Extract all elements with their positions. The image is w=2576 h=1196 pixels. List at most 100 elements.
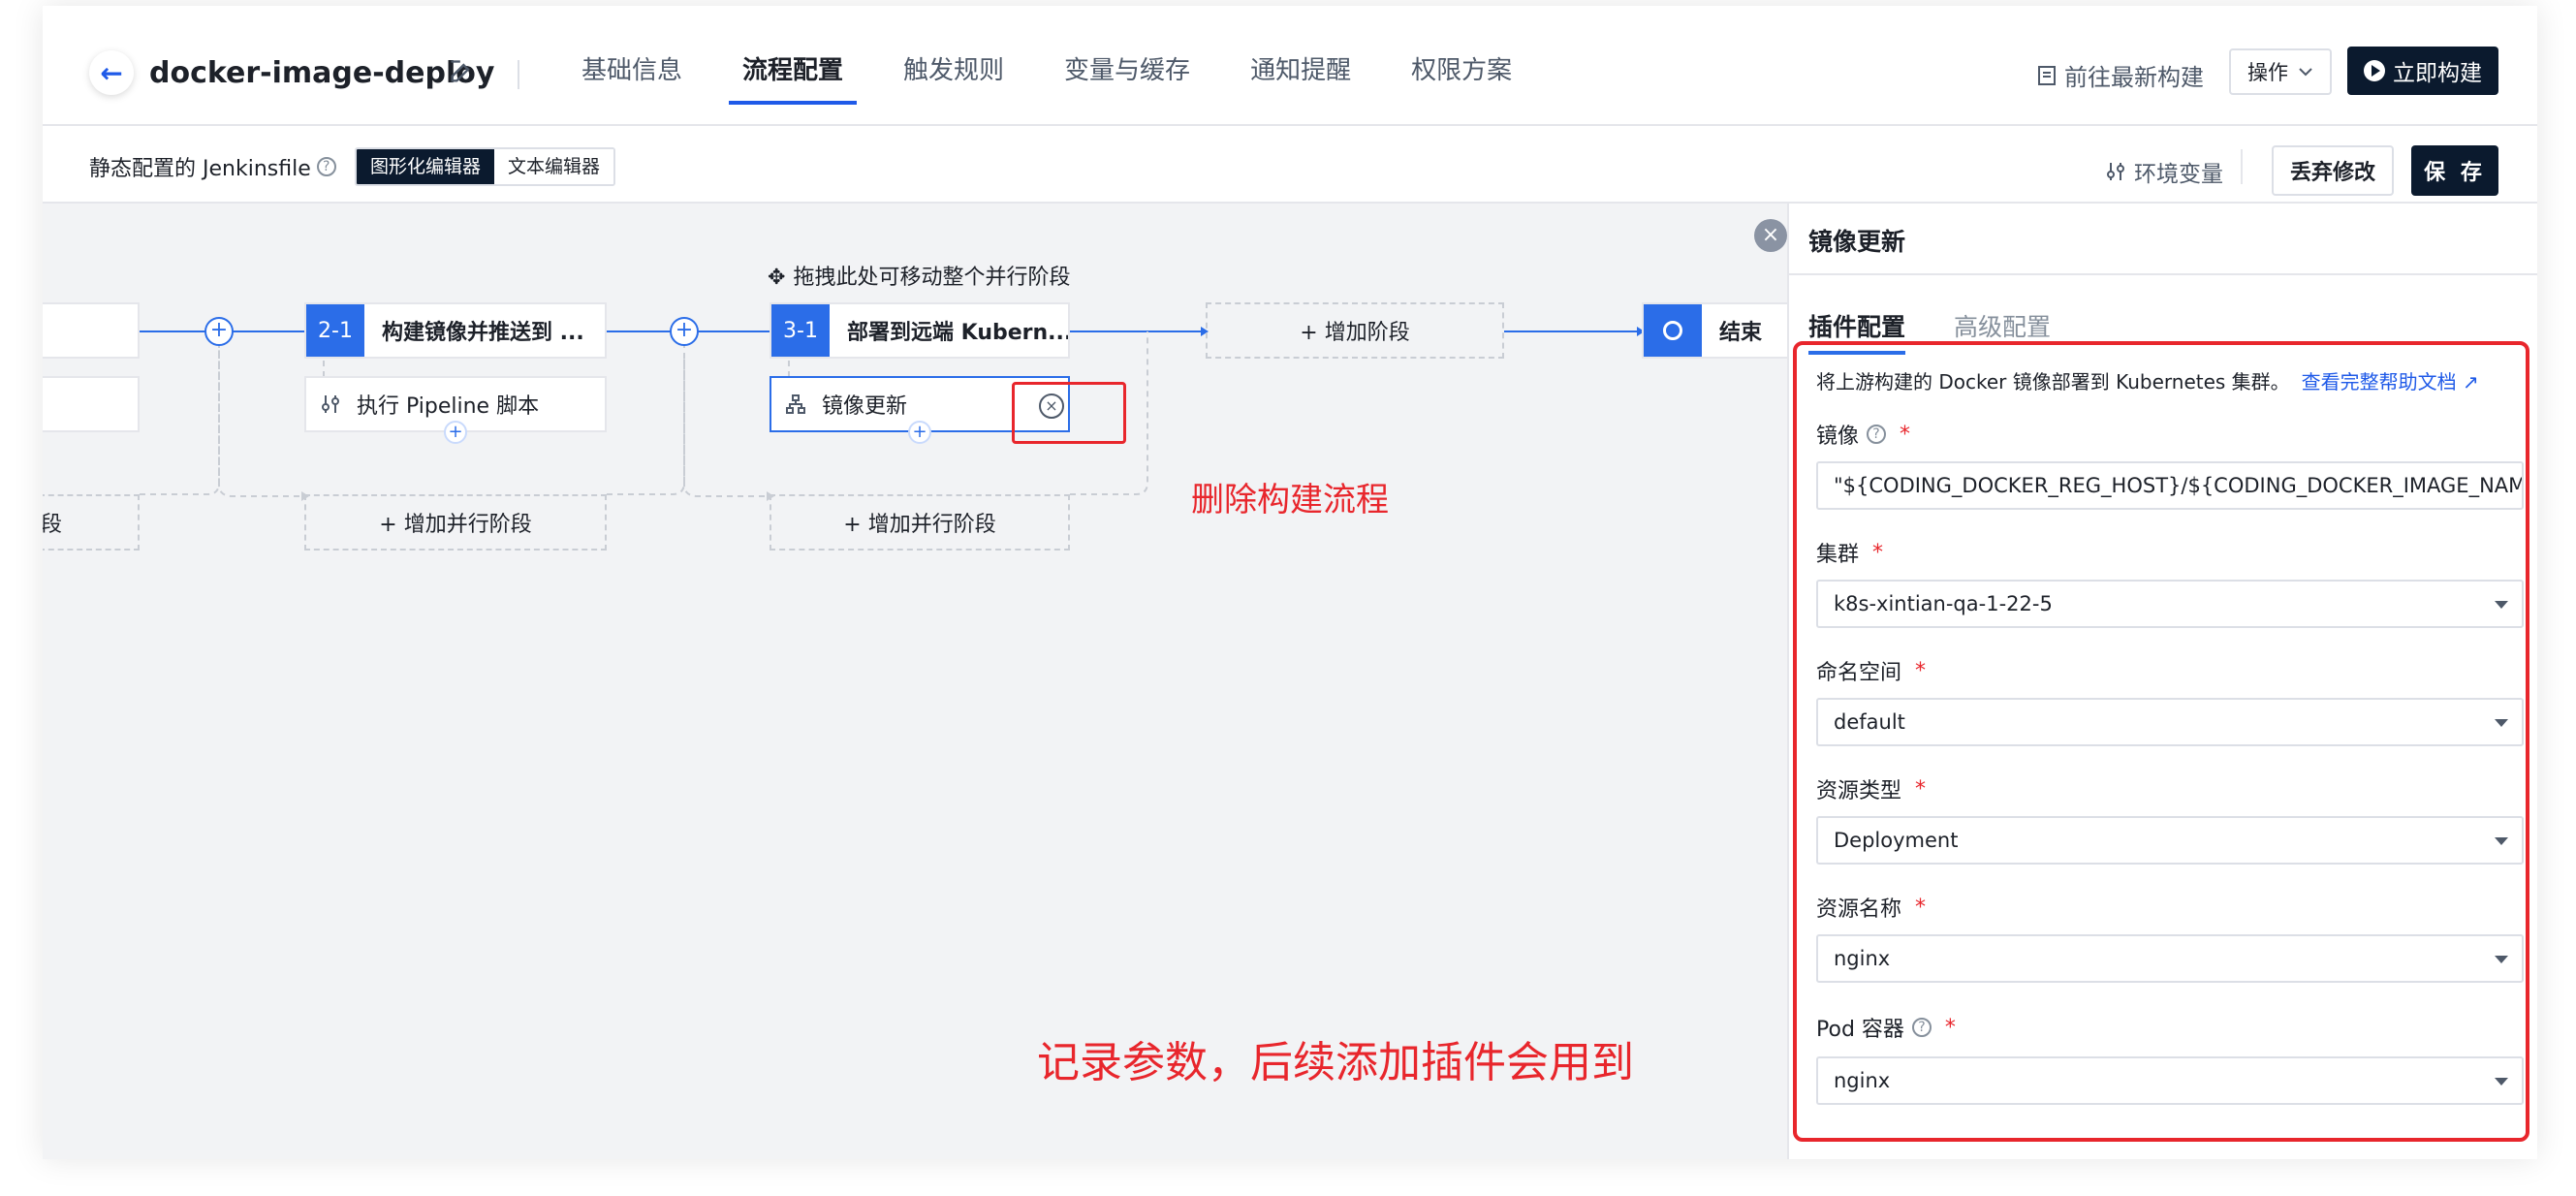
end-label: 结束 xyxy=(1719,321,1763,345)
step-run-pipeline-label: 执行 Pipeline 脚本 xyxy=(357,394,540,419)
resource-name-label: 资源名称 xyxy=(1816,897,1902,922)
tab-variables-cache[interactable]: 变量与缓存 xyxy=(1064,6,1190,126)
drag-hint[interactable]: ✥ 拖拽此处可移动整个并行阶段 xyxy=(768,260,1070,291)
caret-down-icon xyxy=(2495,1078,2508,1086)
annotation-record: 记录参数，后续添加插件会用到 xyxy=(1037,1038,1634,1087)
annotation-delete: 删除构建流程 xyxy=(1191,481,1389,519)
tab-advanced-config[interactable]: 高级配置 xyxy=(1954,308,2051,343)
env-variables-button[interactable]: 环境变量 xyxy=(2105,155,2223,188)
main-tabs: 基础信息 流程配置 触发规则 变量与缓存 通知提醒 权限方案 xyxy=(581,6,1572,126)
toolbar-divider xyxy=(2241,149,2243,184)
required-mark: * xyxy=(1872,540,1884,565)
text-editor-button[interactable]: 文本编辑器 xyxy=(494,149,614,184)
add-step-plus-2[interactable]: + xyxy=(444,421,467,444)
stage-partial-step[interactable] xyxy=(43,376,140,432)
pod-container-select[interactable]: nginx xyxy=(1816,1056,2524,1105)
tab-basic-info[interactable]: 基础信息 xyxy=(581,6,682,126)
resource-type-value: Deployment xyxy=(1834,829,1959,852)
add-stage-button[interactable]: + 增加阶段 xyxy=(1206,302,1504,359)
field-label-image: 镜像? * xyxy=(1816,419,1910,450)
stage-2-1[interactable]: 2-1 构建镜像并推送到 ... xyxy=(304,302,607,359)
hierarchy-icon xyxy=(786,394,805,414)
operations-dropdown[interactable]: 操作 xyxy=(2229,48,2332,95)
add-stage-plus-1[interactable]: + xyxy=(204,317,234,346)
pipeline-title: docker-image-deploy xyxy=(149,56,495,90)
goto-latest-label: 前往最新构建 xyxy=(2064,64,2204,91)
end-circle-icon xyxy=(1644,304,1702,357)
required-mark: * xyxy=(1944,1015,1956,1040)
save-button[interactable]: 保 存 xyxy=(2411,145,2498,196)
field-label-resource-name: 资源名称 * xyxy=(1816,892,1926,923)
sliders-icon xyxy=(322,395,339,413)
help-doc-link[interactable]: 查看完整帮助文档 ↗ xyxy=(2302,370,2479,393)
goto-latest-build-link[interactable]: 前往最新构建 xyxy=(2037,58,2204,92)
pipeline-canvas[interactable]: 段 + 2-1 构建镜像并推送到 ... 执行 Pipeline 脚本 + + … xyxy=(43,204,1787,1159)
cluster-select[interactable]: k8s-xintian-qa-1-22-5 xyxy=(1816,580,2524,628)
caret-down-icon xyxy=(2495,837,2508,845)
add-stage-plus-2[interactable]: + xyxy=(670,317,699,346)
tab-notifications[interactable]: 通知提醒 xyxy=(1250,6,1351,126)
field-label-resource-type: 资源类型 * xyxy=(1816,773,1926,804)
required-mark: * xyxy=(1900,422,1911,447)
plugin-description-text: 将上游构建的 Docker 镜像部署到 Kubernetes 集群。 xyxy=(1816,370,2290,393)
static-config-text: 静态配置的 Jenkinsfile xyxy=(89,157,311,181)
add-step-plus-3[interactable]: + xyxy=(908,421,931,444)
discard-changes-button[interactable]: 丢弃修改 xyxy=(2272,145,2394,196)
header-divider xyxy=(518,60,519,89)
move-icon: ✥ xyxy=(768,266,786,290)
resource-type-select[interactable]: Deployment xyxy=(1816,816,2524,865)
resource-name-select[interactable]: nginx xyxy=(1816,934,2524,983)
namespace-label: 命名空间 xyxy=(1816,661,1902,685)
graphical-editor-button[interactable]: 图形化编辑器 xyxy=(357,149,495,184)
build-now-label: 立即构建 xyxy=(2393,61,2482,86)
partial-text: 段 xyxy=(43,513,63,537)
tab-permissions[interactable]: 权限方案 xyxy=(1411,6,1512,126)
back-button[interactable]: ← xyxy=(89,50,134,95)
close-panel-icon[interactable]: × xyxy=(1754,219,1787,252)
cluster-value: k8s-xintian-qa-1-22-5 xyxy=(1834,592,2053,615)
pod-container-label: Pod 容器 xyxy=(1816,1018,1904,1042)
add-parallel-stage-partial[interactable]: 段 xyxy=(43,494,140,551)
image-input[interactable]: "${CODING_DOCKER_REG_HOST}/${CODING_DOCK… xyxy=(1816,461,2524,510)
add-parallel-stage-3[interactable]: + 增加并行阶段 xyxy=(770,494,1070,551)
external-link-icon: ↗ xyxy=(2463,370,2479,393)
required-mark: * xyxy=(1915,658,1927,683)
tab-flow-config[interactable]: 流程配置 xyxy=(729,6,858,126)
arrow-left-icon: ← xyxy=(100,56,123,89)
caret-down-icon xyxy=(2495,719,2508,727)
field-label-cluster: 集群 * xyxy=(1816,537,1883,568)
panel-divider xyxy=(1789,273,2537,275)
help-icon[interactable]: ? xyxy=(316,157,336,176)
tab-trigger-rules[interactable]: 触发规则 xyxy=(903,6,1004,126)
drag-hint-text: 拖拽此处可移动整个并行阶段 xyxy=(793,266,1071,290)
panel-title: 镜像更新 xyxy=(1808,228,1906,256)
plugin-description: 将上游构建的 Docker 镜像部署到 Kubernetes 集群。 查看完整帮助… xyxy=(1816,366,2479,394)
namespace-select[interactable]: default xyxy=(1816,698,2524,746)
resource-type-label: 资源类型 xyxy=(1816,779,1902,803)
end-node: 结束 xyxy=(1642,302,1787,359)
document-icon xyxy=(2038,65,2056,85)
stage-2-label: 构建镜像并推送到 ... xyxy=(382,321,584,345)
stage-3-number: 3-1 xyxy=(771,304,830,357)
sliders-icon xyxy=(2107,163,2124,180)
app-window: ← docker-image-deploy 基础信息 流程配置 触发规则 变量与… xyxy=(43,6,2537,1159)
help-icon[interactable]: ? xyxy=(1911,1018,1932,1037)
stage-2-number: 2-1 xyxy=(306,304,364,357)
edit-icon[interactable] xyxy=(448,58,475,85)
stage-3-1[interactable]: 3-1 部署到远端 Kubern... xyxy=(770,302,1070,359)
cluster-label: 集群 xyxy=(1816,543,1860,567)
chevron-down-icon xyxy=(2299,68,2312,77)
build-now-button[interactable]: 立即构建 xyxy=(2347,47,2498,95)
annotation-highlight-delete xyxy=(1012,382,1126,444)
add-parallel-stage-2[interactable]: + 增加并行阶段 xyxy=(304,494,607,551)
operations-label: 操作 xyxy=(2247,61,2288,84)
help-icon[interactable]: ? xyxy=(1867,425,1887,444)
pod-container-value: nginx xyxy=(1834,1069,1891,1092)
required-mark: * xyxy=(1915,776,1927,802)
image-label: 镜像 xyxy=(1816,425,1860,449)
stage-partial-header[interactable] xyxy=(43,302,140,359)
caret-down-icon xyxy=(2495,601,2508,609)
stage-3-label: 部署到远端 Kubern... xyxy=(847,321,1070,345)
namespace-value: default xyxy=(1834,710,1905,734)
tab-plugin-config[interactable]: 插件配置 xyxy=(1808,308,1906,355)
